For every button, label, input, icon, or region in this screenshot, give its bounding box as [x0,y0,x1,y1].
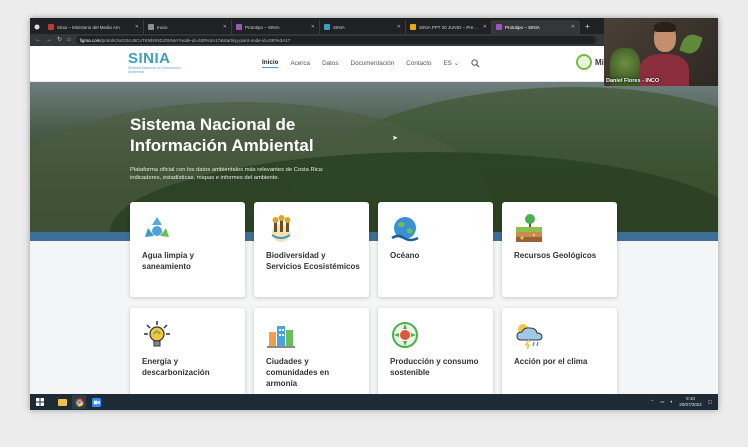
chevron-down-icon: ⌄ [453,60,459,67]
url-path: /proto/K3oGOcU5CoTKNhrINDJ/SINIA?node-id… [100,37,291,43]
tab-label: SINIA PPT 20 JUNIO – Presenta [419,24,480,30]
card-title: Agua limpia y saneamiento [142,251,195,271]
partner-logo-text: Mi [595,57,604,67]
category-card[interactable]: Ciudades y comunidades en armonía [254,308,369,398]
hero-title: Sistema Nacional de Información Ambienta… [130,115,314,155]
zoom-app-icon[interactable] [89,395,103,409]
geology-icon [516,214,542,242]
category-card[interactable]: Recursos Geológicos [502,202,617,297]
clock-date: 20/07/2022 [679,401,702,407]
nav-documentacion[interactable]: Documentación [351,60,395,67]
card-title: Ciudades y comunidades en armonía [266,357,330,388]
start-button[interactable] [33,395,47,409]
search-icon[interactable] [471,59,480,68]
category-card[interactable]: Producción y consumo sostenible [378,308,493,398]
biodiversity-icon [271,215,291,242]
browser-tab-active[interactable]: Prototipo – SINIA ✕ [492,20,580,34]
nav-acerca[interactable]: Acerca [290,60,310,67]
webcam-overlay: Daniel Flores - INCO [604,18,718,86]
close-tab-icon[interactable]: ✕ [135,24,139,30]
card-title: Acción por el clima [514,357,588,366]
nav-inicio[interactable]: Inicio [262,59,279,68]
main-nav: Inicio Acerca Datos Documentación Contac… [262,59,480,68]
card-title: Producción y consumo sostenible [390,357,479,377]
category-card[interactable]: Acción por el clima [502,308,617,398]
hero-description: Plataforma oficial con los datos ambient… [130,167,324,181]
card-title: Océano [390,251,420,260]
category-card[interactable]: Océano [378,202,493,297]
mouse-cursor-icon: ➤ [392,135,398,142]
card-title: Energía y descarbonización [142,357,210,377]
tab-label: Inicio [157,24,168,30]
ocean-globe-icon [391,217,419,242]
notifications-icon[interactable]: ▢ [708,399,712,405]
close-tab-icon[interactable]: ✕ [223,24,227,30]
system-tray: ⌃ ▭ 🔈︎ 9:10 20/07/2022 ▢ [650,396,712,407]
category-card[interactable]: Biodiversidad y Servicios Ecosistémicos [254,202,369,297]
tab-favicon-icon [496,24,502,30]
card-title: Recursos Geológicos [514,251,597,260]
logo-subtitle: Sistema Nacional de Información Ambienta… [128,66,181,75]
language-selector[interactable]: ES ⌄ [443,60,458,67]
clock[interactable]: 9:10 20/07/2022 [679,396,702,407]
close-tab-icon[interactable]: ✕ [397,24,401,30]
browser-tab[interactable]: Inicio ✕ [144,20,232,34]
back-icon[interactable]: ← [35,37,41,43]
webcam-person-hair [654,22,676,32]
lightbulb-icon [144,321,170,347]
tab-favicon-icon [236,24,242,30]
language-label: ES [443,60,452,67]
close-tab-icon[interactable]: ✕ [311,24,315,30]
logo-wordmark: SINIA [128,50,171,67]
file-explorer-icon[interactable] [55,395,69,409]
sinia-logo[interactable]: SINIA Sistema Nacional de Información Am… [128,51,188,74]
chevron-up-icon[interactable]: ⌃ [650,399,654,405]
participant-name: Daniel Flores - INCO [606,78,660,84]
tab-label: Prototipo – SINIA [505,24,540,30]
category-card[interactable]: Agua limpia y saneamiento [130,202,245,297]
tab-label: Prototipo – SINIA [245,24,280,30]
card-title: Biodiversidad y Servicios Ecosistémicos [266,251,360,271]
production-icon [392,322,418,348]
browser-menu-icon[interactable] [30,20,44,34]
browser-tab[interactable]: Sinia – Ministerio del Medio Am ✕ [44,20,144,34]
tab-label: SINIA [333,24,345,30]
browser-tab[interactable]: SINIA PPT 20 JUNIO – Presenta ✕ [406,20,492,34]
partner-emblem-icon [576,54,592,70]
tab-favicon-icon [48,24,54,30]
browser-tab[interactable]: SINIA ✕ [320,20,406,34]
url-field[interactable]: figma.com /proto/K3oGOcU5CoTKNhrINDJ/SIN… [75,36,596,44]
chrome-icon[interactable] [72,395,86,409]
partner-logo: Mi [576,54,604,70]
os-taskbar: ⌃ ▭ 🔈︎ 9:10 20/07/2022 ▢ [30,394,718,410]
storm-cloud-icon [516,324,543,350]
url-domain: figma.com [79,37,101,43]
tab-favicon-icon [410,24,416,30]
category-card[interactable]: Energía y descarbonización [130,308,245,398]
nav-contacto[interactable]: Contacto [406,60,431,67]
tab-favicon-icon [148,24,154,30]
tab-label: Sinia – Ministerio del Medio Am [57,24,120,30]
close-tab-icon[interactable]: ✕ [571,24,575,30]
water-recycle-icon [145,217,169,237]
nav-datos[interactable]: Datos [322,60,338,67]
home-icon[interactable]: ⌂ [67,37,71,43]
network-icon[interactable]: ▭ [660,399,664,405]
reload-icon[interactable]: ↻ [57,37,62,43]
close-tab-icon[interactable]: ✕ [483,24,487,30]
browser-tab[interactable]: Prototipo – SINIA ✕ [232,20,320,34]
volume-icon[interactable]: 🔈︎ [671,399,674,404]
forward-icon[interactable]: → [46,37,52,43]
new-tab-button[interactable]: + [580,22,595,31]
city-icon [267,326,295,348]
windows-logo-icon [36,398,44,406]
tab-favicon-icon [324,24,330,30]
